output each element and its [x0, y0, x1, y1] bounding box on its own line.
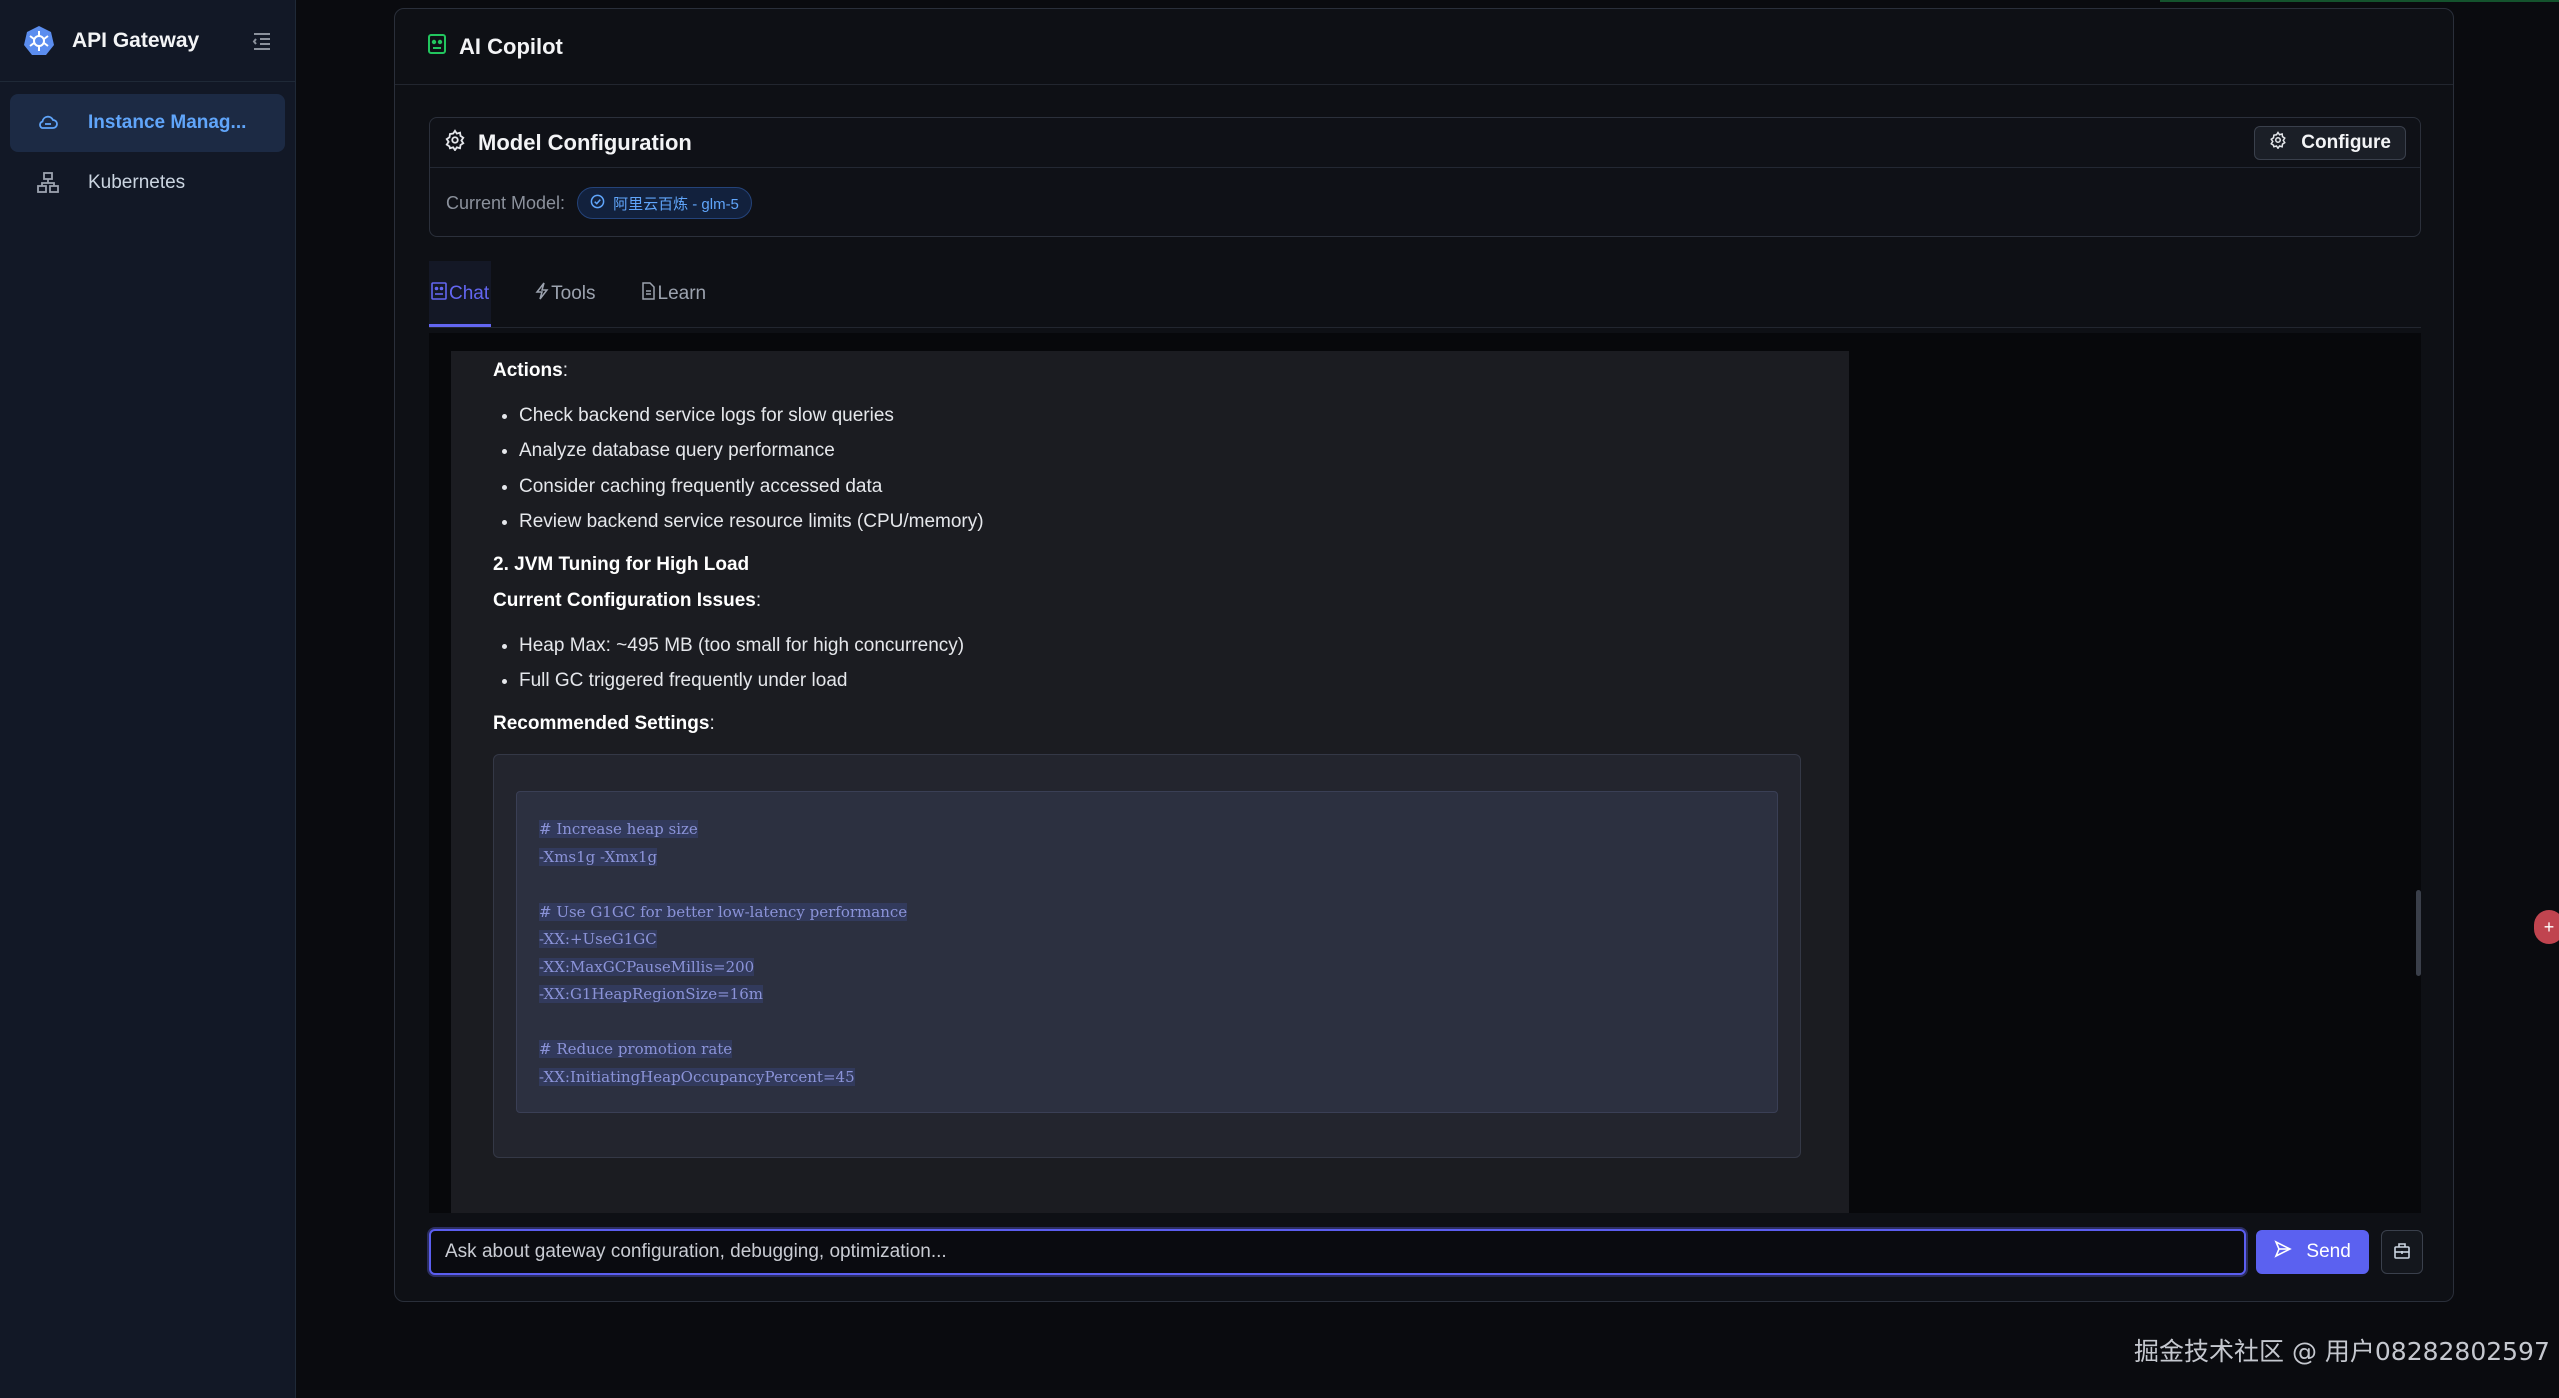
list-item: Review backend service resource limits (… [519, 508, 1805, 537]
kubernetes-logo-icon [22, 24, 56, 58]
current-model-label: Current Model: [446, 192, 566, 213]
brand-header: API Gateway [0, 0, 295, 82]
ai-copilot-panel: AI Copilot Model Configuration Configure [394, 8, 2454, 1302]
chat-scrollbar-thumb[interactable] [2416, 890, 2421, 976]
toolbox-button[interactable] [2381, 1230, 2423, 1274]
tab-learn[interactable]: Learn [640, 261, 707, 327]
lightning-icon [535, 282, 549, 306]
assistant-message: Actions: Check backend service logs for … [451, 351, 1849, 1213]
panel-header: AI Copilot [395, 9, 2453, 85]
gear-icon [2269, 130, 2287, 155]
configure-label: Configure [2301, 131, 2391, 153]
cluster-icon [36, 171, 60, 195]
panel-title: AI Copilot [459, 33, 563, 59]
tab-label: Learn [657, 283, 707, 304]
model-configuration-card: Model Configuration Configure Current Mo… [429, 117, 2421, 237]
tab-label: Chat [449, 283, 490, 304]
actions-list: Check backend service logs for slow quer… [493, 402, 1805, 537]
brand-title: API Gateway [72, 28, 200, 52]
cloud-instance-icon [36, 111, 60, 135]
sidebar-item-label: Kubernetes [88, 172, 186, 193]
gear-icon [444, 129, 466, 156]
watermark: 掘金技术社区 @ 用户08282802597 [2134, 1337, 2550, 1366]
configure-button[interactable]: Configure [2254, 125, 2406, 160]
check-circle-icon [590, 194, 605, 213]
send-button[interactable]: Send [2255, 1230, 2370, 1274]
message-content: Actions: Check backend service logs for … [451, 351, 1849, 1158]
sidebar: API Gateway Instance Manag... Kubernetes [0, 0, 296, 1398]
list-item: Full GC triggered frequently under load [519, 667, 1805, 696]
tab-label: Tools [551, 283, 596, 304]
current-model-tag: 阿里云百炼 - glm-5 [577, 187, 752, 219]
current-model-value: 阿里云百炼 - glm-5 [613, 195, 739, 213]
tab-tools[interactable]: Tools [535, 261, 596, 327]
chat-messages-area[interactable]: Actions: Check backend service logs for … [429, 333, 2421, 1213]
send-icon [2274, 1240, 2293, 1264]
toolbox-icon [2393, 1242, 2411, 1263]
list-item: Check backend service logs for slow quer… [519, 402, 1805, 431]
send-label: Send [2306, 1241, 2351, 1262]
sidebar-item-label: Instance Manag... [88, 112, 247, 133]
sidebar-nav: Instance Manag... Kubernetes [0, 82, 295, 226]
copilot-tabs: Chat Tools Learn [429, 261, 750, 327]
floating-helper-button[interactable]: + [2534, 910, 2559, 944]
model-config-title: Model Configuration [478, 129, 692, 155]
chat-input-row: Send [429, 1225, 2423, 1279]
model-card-header: Model Configuration Configure [430, 118, 2420, 168]
menu-collapse-icon[interactable] [251, 30, 273, 52]
document-icon [640, 282, 656, 306]
robot-icon [427, 33, 447, 60]
list-item: Heap Max: ~495 MB (too small for high co… [519, 632, 1805, 661]
top-accent-line [2160, 0, 2559, 2]
chat-input[interactable] [429, 1229, 2246, 1275]
list-item: Analyze database query performance [519, 437, 1805, 466]
tab-chat[interactable]: Chat [429, 261, 492, 327]
sidebar-item-kubernetes[interactable]: Kubernetes [10, 154, 285, 212]
plus-icon: + [2543, 916, 2555, 937]
recommended-heading: Recommended Settings: [493, 712, 715, 734]
code-block-container: # Increase heap size -Xms1g -Xmx1g # Use… [493, 754, 1801, 1158]
jvm-tuning-heading: 2. JVM Tuning for High Load [493, 553, 750, 575]
code-block[interactable]: # Increase heap size -Xms1g -Xmx1g # Use… [516, 791, 1778, 1113]
list-item: Consider caching frequently accessed dat… [519, 473, 1805, 502]
model-card-body: Current Model: 阿里云百炼 - glm-5 [430, 168, 2420, 238]
actions-heading: Actions: [493, 360, 568, 381]
tab-divider [429, 327, 2421, 328]
issues-list: Heap Max: ~495 MB (too small for high co… [493, 632, 1805, 696]
issues-heading: Current Configuration Issues: [493, 590, 762, 611]
sidebar-item-instance-management[interactable]: Instance Manag... [10, 94, 285, 152]
chat-icon [431, 282, 447, 306]
